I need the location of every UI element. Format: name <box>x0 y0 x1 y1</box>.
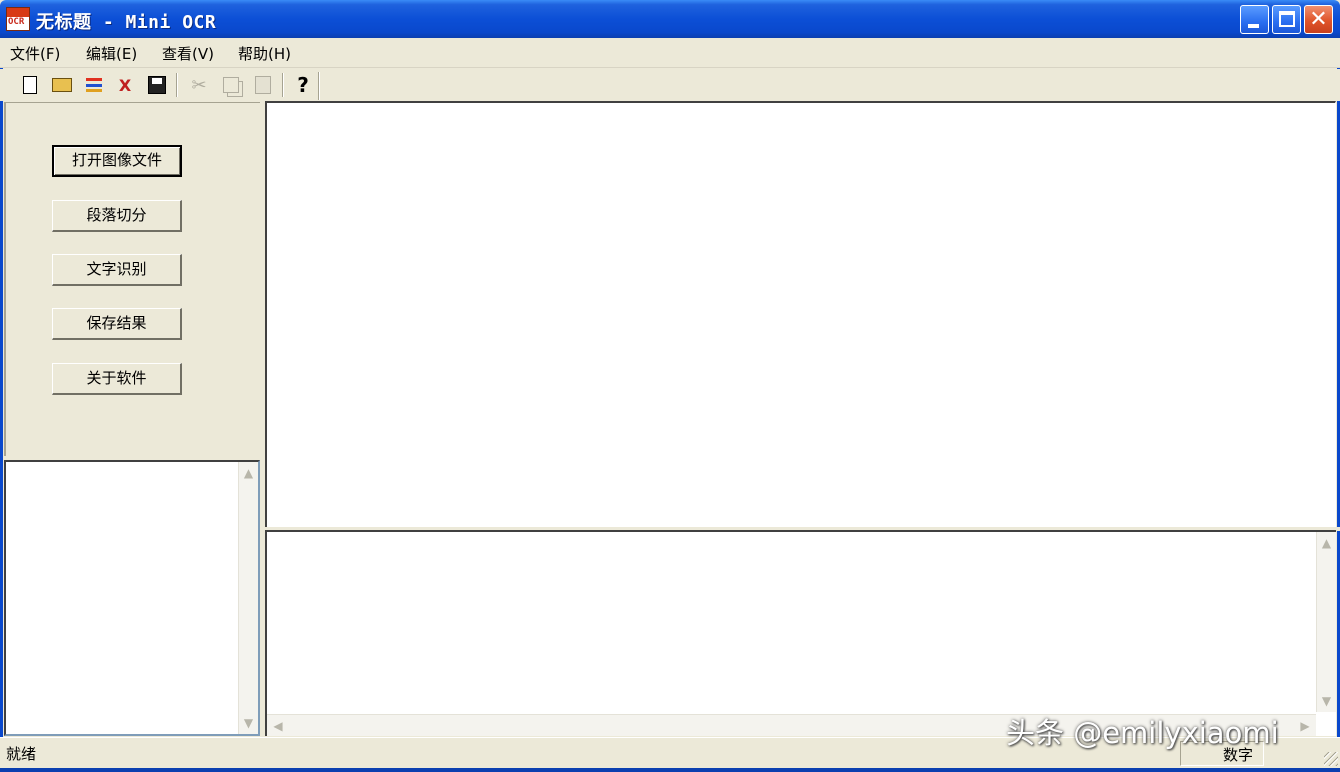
cut-button[interactable]: ✂ <box>186 72 212 98</box>
minimize-button[interactable] <box>1240 5 1269 34</box>
scroll-down-icon[interactable]: ▼ <box>1317 692 1336 710</box>
menu-view[interactable]: 查看(V) <box>162 43 214 64</box>
close-button[interactable]: ✕ <box>1304 5 1333 34</box>
result-text-area[interactable]: ▲ ▼ ◀ ▶ <box>265 530 1336 736</box>
save-button[interactable] <box>144 72 170 98</box>
segment-icon <box>86 78 102 92</box>
segment-button[interactable] <box>81 72 107 98</box>
minimize-icon <box>1248 24 1259 28</box>
help-button[interactable]: ? <box>290 72 316 98</box>
about-button[interactable]: 关于软件 <box>52 363 182 395</box>
watermark: 头条 @emilyxiaomi <box>1006 716 1279 750</box>
recognize-text-button[interactable]: 文字识别 <box>52 254 182 286</box>
maximize-button[interactable] <box>1272 5 1301 34</box>
image-view[interactable] <box>265 101 1336 527</box>
help-icon: ? <box>297 73 309 97</box>
open-file-button[interactable] <box>49 72 75 98</box>
window-title: 无标题 - Mini OCR <box>36 12 217 33</box>
paste-icon <box>255 76 271 94</box>
recognize-icon: X <box>118 75 132 95</box>
save-result-button[interactable]: 保存结果 <box>52 308 182 340</box>
toolbar-separator <box>176 73 178 97</box>
resize-grip-icon[interactable] <box>1324 752 1338 766</box>
scroll-right-icon[interactable]: ▶ <box>1296 717 1314 735</box>
scroll-up-icon[interactable]: ▲ <box>1317 534 1336 552</box>
menu-edit[interactable]: 编辑(E) <box>86 43 137 64</box>
open-folder-icon <box>52 78 72 92</box>
menu-bar: 文件(F) 编辑(E) 查看(V) 帮助(H) <box>0 38 1340 68</box>
scroll-down-icon[interactable]: ▼ <box>239 714 258 732</box>
segment-list[interactable]: ▲ ▼ <box>4 460 260 736</box>
open-image-button[interactable]: 打开图像文件 <box>52 145 182 177</box>
save-icon <box>148 76 166 94</box>
toolbar-separator <box>282 73 284 97</box>
maximize-icon <box>1279 11 1295 27</box>
app-icon[interactable]: OCR <box>6 7 30 31</box>
menu-help[interactable]: 帮助(H) <box>238 43 291 64</box>
scroll-left-icon[interactable]: ◀ <box>269 717 287 735</box>
result-vertical-scrollbar[interactable]: ▲ ▼ <box>1316 532 1336 712</box>
cut-icon: ✂ <box>191 74 207 96</box>
recognize-button[interactable]: X <box>112 72 138 98</box>
segment-paragraph-button[interactable]: 段落切分 <box>52 200 182 232</box>
title-bar[interactable]: OCR 无标题 - Mini OCR ✕ <box>0 0 1340 38</box>
toolbar: X ✂ ? <box>0 69 1340 101</box>
new-file-icon <box>23 76 37 94</box>
menu-file[interactable]: 文件(F) <box>10 43 60 64</box>
paste-button[interactable] <box>250 72 276 98</box>
scroll-up-icon[interactable]: ▲ <box>239 464 258 482</box>
copy-button[interactable] <box>218 72 244 98</box>
close-icon: ✕ <box>1309 7 1328 32</box>
status-text: 就绪 <box>6 745 37 763</box>
toolbar-end-separator <box>318 72 320 100</box>
app-icon-label: OCR <box>8 17 25 27</box>
command-panel: 打开图像文件 段落切分 文字识别 保存结果 关于软件 <box>4 102 260 456</box>
window-frame-left <box>0 38 3 768</box>
segment-list-scrollbar[interactable]: ▲ ▼ <box>238 462 258 734</box>
new-file-button[interactable] <box>17 72 43 98</box>
copy-icon <box>223 77 239 93</box>
window-frame-bottom <box>0 768 1340 772</box>
